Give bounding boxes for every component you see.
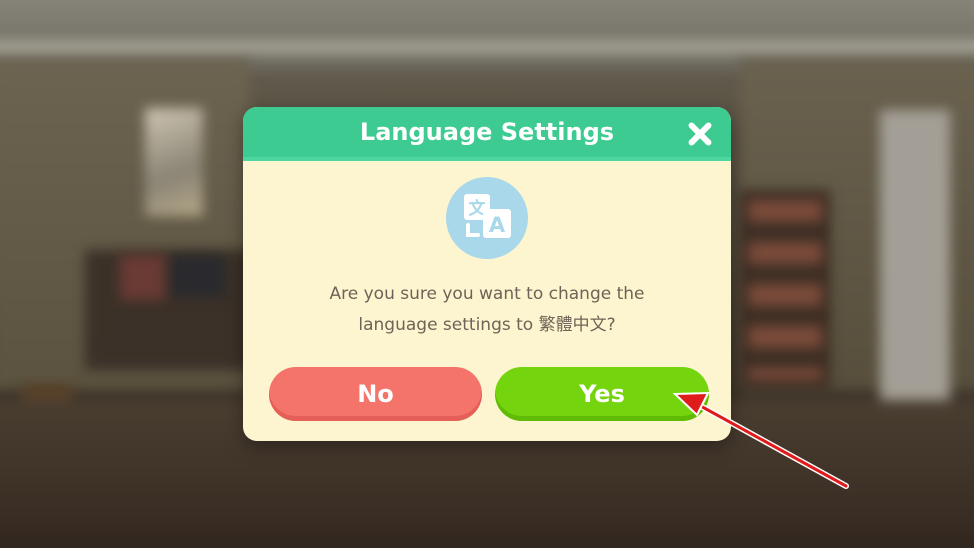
monitor bbox=[170, 255, 225, 297]
wall-poster bbox=[145, 108, 203, 216]
message-line-2: language settings to 繁體中文? bbox=[358, 315, 616, 335]
door bbox=[880, 110, 950, 430]
no-button[interactable]: No bbox=[269, 367, 482, 421]
ceiling-beam bbox=[0, 40, 974, 54]
confirmation-message: Are you sure you want to change the lang… bbox=[273, 279, 701, 341]
bookshelf-items bbox=[748, 200, 822, 380]
svg-text:A: A bbox=[489, 213, 506, 237]
close-icon[interactable] bbox=[683, 117, 717, 151]
translate-icon: 文 A bbox=[446, 177, 528, 259]
chair bbox=[120, 255, 165, 300]
yes-button[interactable]: Yes bbox=[495, 367, 709, 421]
dialog-title: Language Settings bbox=[359, 118, 615, 146]
language-settings-dialog: Language Settings 文 A Are you sure you w… bbox=[243, 107, 731, 441]
game-scene: Language Settings 文 A Are you sure you w… bbox=[0, 0, 974, 548]
message-line-1: Are you sure you want to change the bbox=[329, 284, 645, 304]
